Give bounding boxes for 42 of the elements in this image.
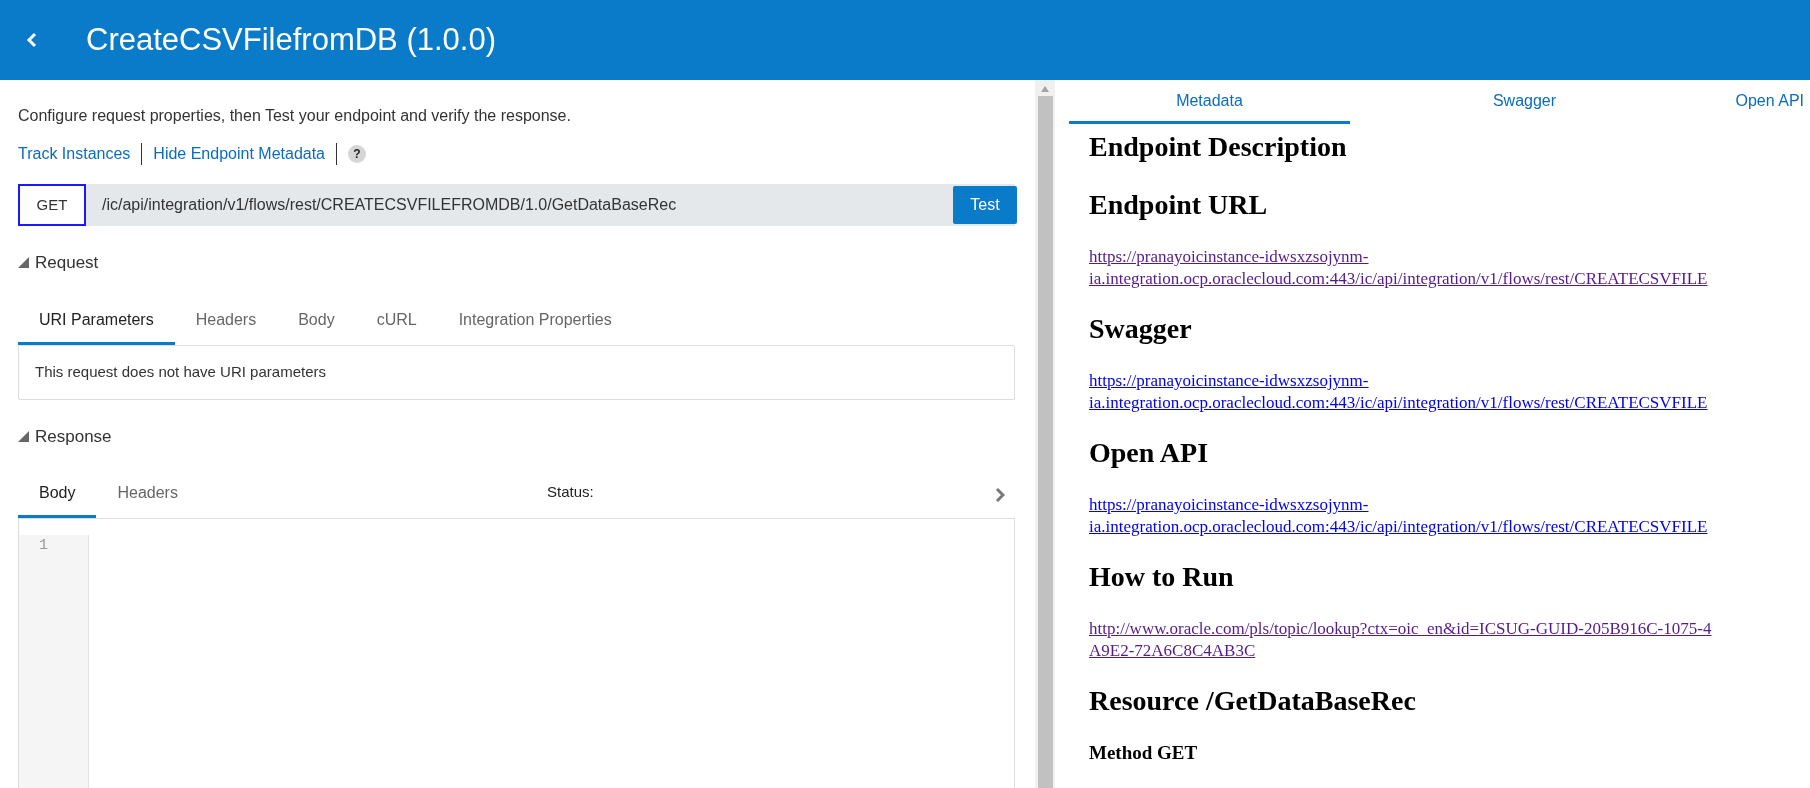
tab[interactable]: Headers [174, 297, 278, 345]
section-heading: Swagger [1089, 312, 1193, 346]
tab[interactable]: Headers [96, 471, 199, 518]
section-heading: Endpoint URL [1089, 188, 1269, 222]
url-link[interactable]: https://pranayoicinstance-idwsxzsojynm- ia.integration.ocp.oraclecloud.com:443/ic/api/integration/v1/flows/rest/CREATECSVFILE [1089, 494, 1708, 538]
chevron-right-icon [995, 487, 1005, 503]
url-link[interactable]: https://pranayoicinstance-idwsxzsojynm- ia.integration.ocp.oraclecloud.com:443/ic/api/integration/v1/flows/rest/CREATECSVFILE [1089, 370, 1708, 414]
section-heading: How to Run [1089, 560, 1235, 594]
test-button[interactable]: Test [953, 186, 1017, 224]
tab[interactable]: Body [277, 297, 356, 345]
line-number: 1 [39, 536, 49, 556]
tab[interactable]: Integration Properties [437, 297, 633, 345]
tab[interactable]: cURL [355, 297, 438, 345]
tab[interactable]: URI Parameters [18, 297, 175, 345]
page-title: CreateCSVFilefromDB (1.0.0) [86, 20, 496, 59]
collapse-icon [18, 430, 29, 442]
url-link[interactable]: https://pranayoicinstance-idwsxzsojynm- ia.integration.ocp.oraclecloud.com:443/ic/api/integration/v1/flows/rest/CREATECSVFILE [1089, 246, 1708, 290]
method-selector[interactable]: GET [18, 184, 86, 226]
instructions-text: Configure request properties, then Test your endpoint and verify the response. [18, 106, 572, 126]
empty-message: This request does not have URI parameters [35, 361, 326, 382]
collapse-icon [18, 257, 29, 269]
expand-button[interactable] [995, 487, 1005, 503]
section-heading: Open API [1089, 436, 1210, 470]
section-toggle[interactable]: Request [18, 250, 99, 276]
status-label: Status: [546, 482, 594, 502]
scroll-up-icon [1041, 86, 1049, 92]
section-toggle[interactable]: Response [18, 423, 1015, 449]
scrollbar-thumb[interactable] [1037, 96, 1053, 788]
url-link[interactable]: http://www.oracle.com/pls/topic/lookup?ctx=oic_en&id=ICSUG-GUID-205B916C-1075-4 A9E2-72A6C8C4AB3C [1089, 618, 1712, 662]
endpoint-url: /ic/api/integration/v1/flows/rest/CREATECSVFILEFROMDB/1.0/GetDataBaseRec [102, 195, 678, 215]
section-heading: Endpoint Description [1089, 130, 1348, 164]
scrollbar[interactable] [1035, 80, 1055, 788]
help-button[interactable]: ? [348, 145, 366, 163]
section-subheading: Method GET [1089, 742, 1199, 764]
link[interactable]: Hide Endpoint Metadata [153, 142, 325, 166]
tab[interactable]: Body [18, 471, 97, 518]
section-heading: Resource /GetDataBaseRec [1089, 684, 1417, 718]
tab[interactable]: Open API [1699, 80, 1810, 124]
tab[interactable]: Metadata [1069, 80, 1350, 124]
link[interactable]: Track Instances [18, 142, 131, 166]
tab[interactable]: Swagger [1384, 80, 1665, 124]
back-icon [26, 32, 38, 48]
